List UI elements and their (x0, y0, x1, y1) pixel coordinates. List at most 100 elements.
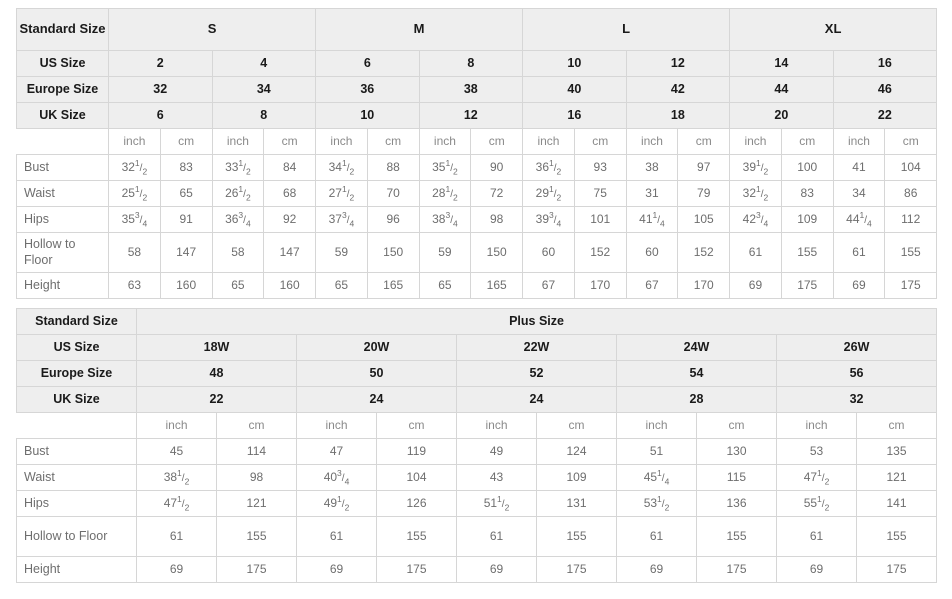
measurement-cell: 175 (884, 272, 938, 299)
measurement-cell: 63 (108, 272, 161, 299)
measurement-cell: 49 (456, 438, 537, 465)
measurement-cell: 155 (884, 232, 938, 273)
measurement-cell: 90 (470, 154, 524, 181)
measurement-cell: 131 (536, 490, 617, 517)
measurement-cell: 411/4 (625, 206, 679, 233)
measurement-cell: 155 (216, 516, 297, 557)
measurement-cell: 69 (456, 556, 537, 583)
measurement-cell: 59 (418, 232, 472, 273)
measurement-cell: 351/2 (418, 154, 472, 181)
measurement-cell: 165 (470, 272, 524, 299)
row-label-hollow-to-floor: Hollow to Floor (16, 232, 109, 273)
unit-header-cm: cm (366, 128, 420, 155)
europe-size-cell: 34 (211, 76, 317, 103)
table-row: Waist 381/2 98 403/4 104 43 109 451/4 115 471/2 12… (16, 464, 938, 491)
measurement-cell: 53 (776, 438, 857, 465)
table-row: Bust 45 114 47 119 49 124 51 130 53 135 (16, 438, 938, 465)
table-row: Europe Size 32 34 36 38 40 42 44 46 (16, 76, 938, 103)
unit-header-inch: inch (136, 412, 217, 439)
measurement-cell: 61 (776, 516, 857, 557)
row-label-hips: Hips (16, 490, 137, 517)
measurement-cell: 160 (263, 272, 317, 299)
uk-size-cell: 20 (729, 102, 834, 129)
us-size-cell: 2 (108, 50, 213, 77)
row-label-hollow-to-floor: Hollow to Floor (16, 516, 137, 557)
measurement-cell: 51 (616, 438, 697, 465)
us-size-cell: 6 (315, 50, 420, 77)
measurement-cell: 175 (696, 556, 777, 583)
measurement-cell: 160 (159, 272, 213, 299)
unit-header-cm: cm (376, 412, 457, 439)
measurement-cell: 112 (884, 206, 938, 233)
table-row: Height 63 160 65 160 65 165 65 165 67 170 67 170 69 17… (16, 272, 938, 299)
uk-size-cell: 22 (136, 386, 297, 413)
measurement-cell: 175 (376, 556, 457, 583)
measurement-cell: 531/2 (616, 490, 697, 517)
europe-size-cell: 50 (296, 360, 457, 387)
measurement-cell: 47 (296, 438, 377, 465)
row-label-height: Height (16, 272, 109, 299)
standard-size-table: Standard Size S M L XL US Size 2 4 6 8 10 12 14 16 Eur… (16, 8, 938, 299)
unit-header-inch: inch (456, 412, 537, 439)
measurement-cell: 72 (470, 180, 524, 207)
measurement-cell: 109 (780, 206, 834, 233)
unit-header-cm: cm (855, 412, 938, 439)
us-size-cell: 24W (616, 334, 777, 361)
size-group-l: L (522, 8, 731, 51)
units-row-blank (16, 128, 109, 155)
row-label-us-size: US Size (16, 334, 137, 361)
measurement-cell: 321/2 (108, 154, 161, 181)
measurement-cell: 155 (696, 516, 777, 557)
measurement-cell: 155 (536, 516, 617, 557)
unit-header-cm: cm (884, 128, 938, 155)
measurement-cell: 79 (677, 180, 731, 207)
measurement-cell: 60 (625, 232, 679, 273)
us-size-cell: 26W (775, 334, 938, 361)
table-row: Waist 251/2 65 261/2 68 271/2 70 281/2 72 291/2 75… (16, 180, 938, 207)
table-spacer (16, 299, 936, 308)
measurement-cell: 331/2 (211, 154, 265, 181)
measurement-cell: 84 (263, 154, 317, 181)
measurement-cell: 441/4 (832, 206, 886, 233)
unit-header-inch: inch (625, 128, 679, 155)
europe-size-cell: 36 (315, 76, 420, 103)
measurement-cell: 83 (159, 154, 213, 181)
measurement-cell: 381/2 (136, 464, 217, 491)
measurement-cell: 150 (366, 232, 420, 273)
measurement-cell: 155 (780, 232, 834, 273)
measurement-cell: 67 (625, 272, 679, 299)
measurement-cell: 109 (536, 464, 617, 491)
measurement-cell: 65 (418, 272, 472, 299)
uk-size-cell: 18 (625, 102, 731, 129)
unit-header-cm: cm (470, 128, 524, 155)
measurement-cell: 69 (296, 556, 377, 583)
measurement-cell: 136 (696, 490, 777, 517)
row-label-bust: Bust (16, 154, 109, 181)
measurement-cell: 341/2 (315, 154, 368, 181)
measurement-cell: 65 (159, 180, 213, 207)
measurement-cell: 119 (376, 438, 457, 465)
measurement-cell: 511/2 (456, 490, 537, 517)
size-chart-container: Standard Size S M L XL US Size 2 4 6 8 10 12 14 16 Eur… (16, 8, 938, 583)
unit-header-inch: inch (776, 412, 857, 439)
unit-header-inch: inch (832, 128, 886, 155)
measurement-cell: 121 (855, 464, 938, 491)
measurement-cell: 61 (136, 516, 217, 557)
unit-header-cm: cm (159, 128, 213, 155)
row-label-waist: Waist (16, 464, 137, 491)
europe-size-cell: 32 (108, 76, 213, 103)
row-label-europe-size: Europe Size (16, 360, 137, 387)
measurement-cell: 43 (456, 464, 537, 491)
measurement-cell: 114 (216, 438, 297, 465)
measurement-cell: 86 (884, 180, 938, 207)
table-row: UK Size 22 24 24 28 32 (16, 386, 938, 413)
measurement-cell: 92 (263, 206, 317, 233)
us-size-cell: 8 (418, 50, 524, 77)
europe-size-cell: 46 (832, 76, 938, 103)
table-row: US Size 18W 20W 22W 24W 26W (16, 334, 938, 361)
measurement-cell: 383/4 (418, 206, 472, 233)
row-label-us-size: US Size (16, 50, 109, 77)
row-label-height: Height (16, 556, 137, 583)
measurement-cell: 60 (522, 232, 575, 273)
measurement-cell: 101 (573, 206, 627, 233)
